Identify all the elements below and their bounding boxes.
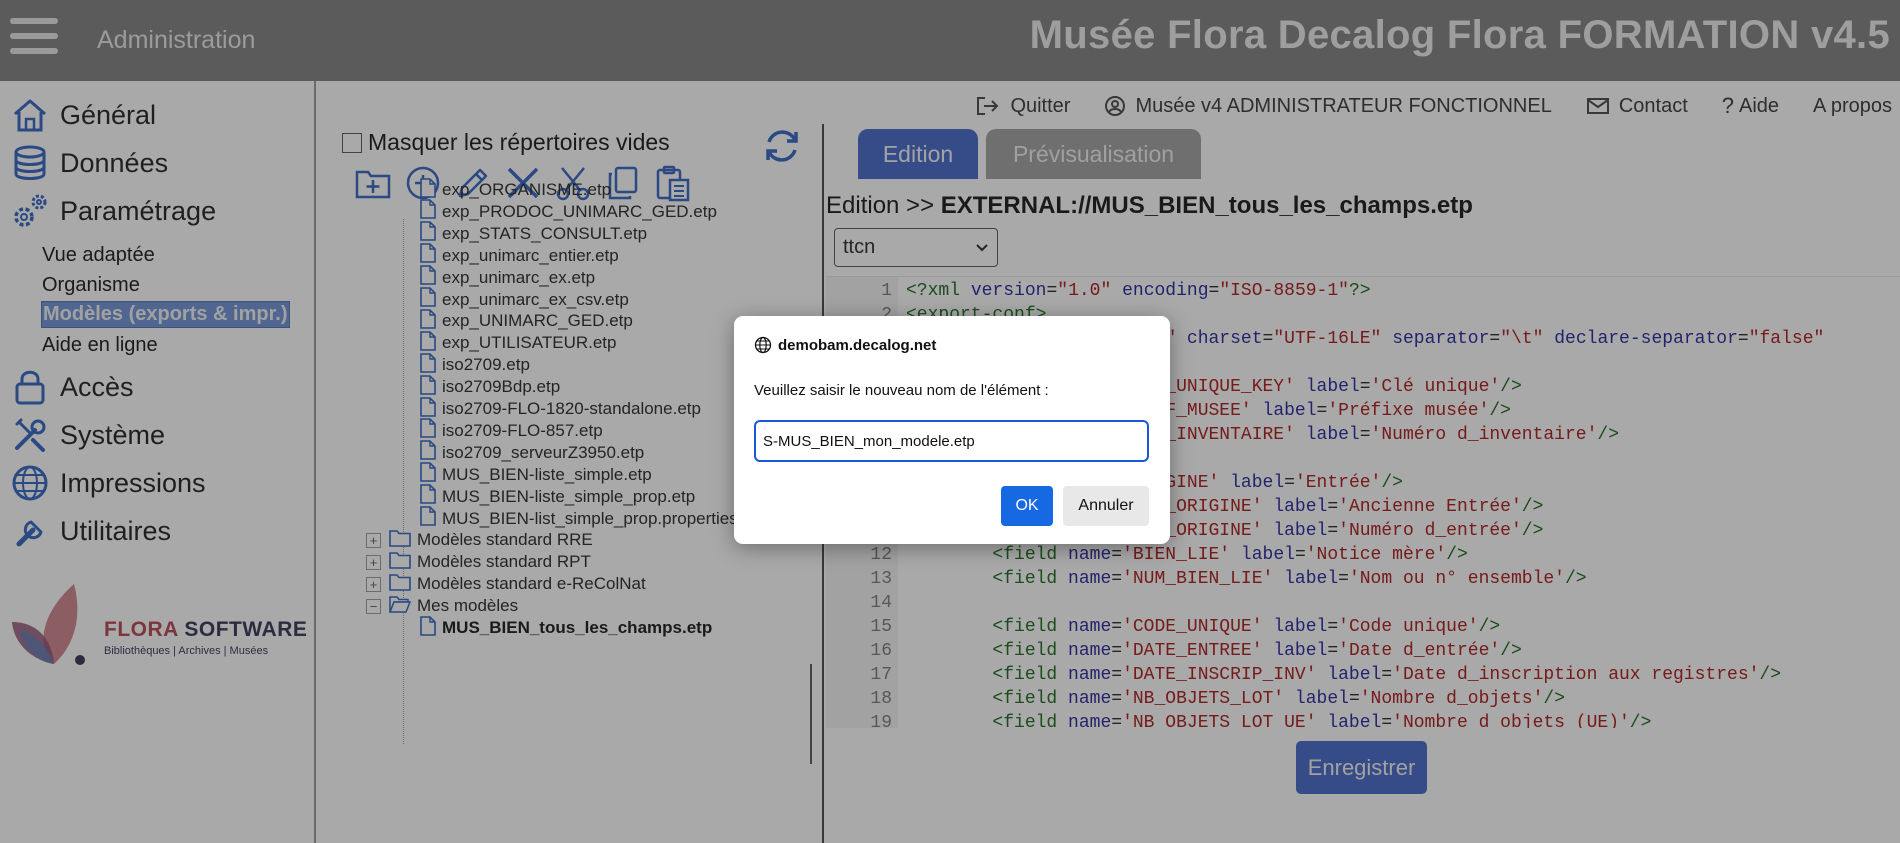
new-name-input[interactable] (754, 420, 1149, 462)
rename-dialog: demobam.decalog.net Veuillez saisir le n… (734, 316, 1170, 544)
globe-icon (754, 336, 772, 354)
dialog-origin: demobam.decalog.net (754, 336, 936, 354)
cancel-button[interactable]: Annuler (1063, 486, 1149, 526)
ok-button[interactable]: OK (1001, 486, 1053, 526)
dialog-origin-label: demobam.decalog.net (778, 336, 937, 354)
dialog-message: Veuillez saisir le nouveau nom de l'élém… (754, 382, 1049, 399)
